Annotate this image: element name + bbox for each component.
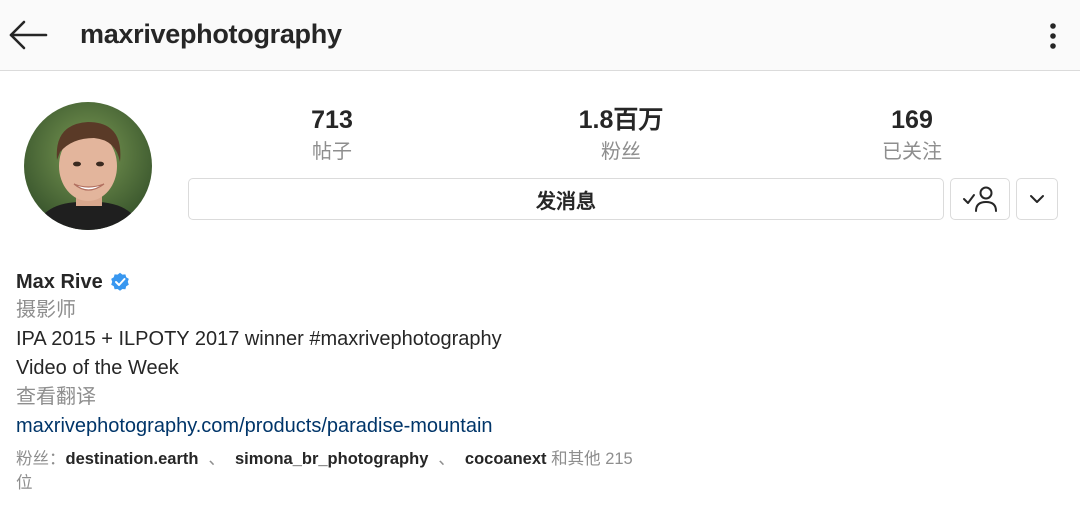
profile-category: 摄影师 (16, 299, 76, 321)
following-label: 已关注 (882, 141, 942, 163)
following-stat[interactable]: 169 已关注 (822, 104, 1002, 167)
verified-badge-icon (110, 272, 129, 291)
back-button[interactable] (6, 15, 50, 55)
posts-label: 帖子 (312, 141, 352, 163)
follower-separator: 、 (208, 450, 225, 468)
following-button[interactable] (950, 178, 1010, 220)
arrow-left-icon (9, 20, 48, 50)
chevron-down-icon (1030, 195, 1044, 203)
follower-account-link[interactable]: cocoanext (465, 450, 547, 468)
profile-avatar[interactable] (24, 102, 152, 230)
posts-count: 713 (311, 106, 353, 134)
profile-bio: Max Rive 摄影师 IPA 2015 + ILPOTY 2017 winn… (16, 268, 1056, 495)
followers-count: 1.8百万 (578, 106, 664, 134)
top-bar: maxrivephotography (0, 0, 1080, 71)
see-translation-link[interactable]: 查看翻译 (16, 383, 1056, 412)
bio-line-1: IPA 2015 + ILPOTY 2017 winner #maxriveph… (16, 328, 502, 350)
follower-account-link[interactable]: simona_br_photography (235, 450, 428, 468)
message-button[interactable]: 发消息 (188, 178, 944, 220)
follower-separator: 、 (438, 450, 455, 468)
profile-full-name: Max Rive (16, 270, 103, 293)
user-check-icon (963, 186, 997, 212)
followers-stat[interactable]: 1.8百万 粉丝 (531, 104, 711, 167)
profile-username-title: maxrivephotography (80, 19, 342, 49)
follower-account-link[interactable]: destination.earth (66, 450, 199, 468)
posts-stat[interactable]: 713 帖子 (242, 104, 422, 167)
more-vertical-icon (1050, 23, 1056, 49)
followed-by-text: 粉丝：destination.earth 、 simona_br_photograp… (16, 447, 636, 495)
more-options-button[interactable] (1038, 16, 1068, 56)
website-link[interactable]: maxrivephotography.com/products/paradise… (16, 412, 1056, 441)
bio-line-2: Video of the Week (16, 357, 179, 379)
following-count: 169 (891, 106, 933, 134)
followers-label: 粉丝 (601, 141, 641, 163)
suggestions-dropdown-button[interactable] (1016, 178, 1058, 220)
followed-by-prefix: 粉丝： (16, 450, 66, 468)
